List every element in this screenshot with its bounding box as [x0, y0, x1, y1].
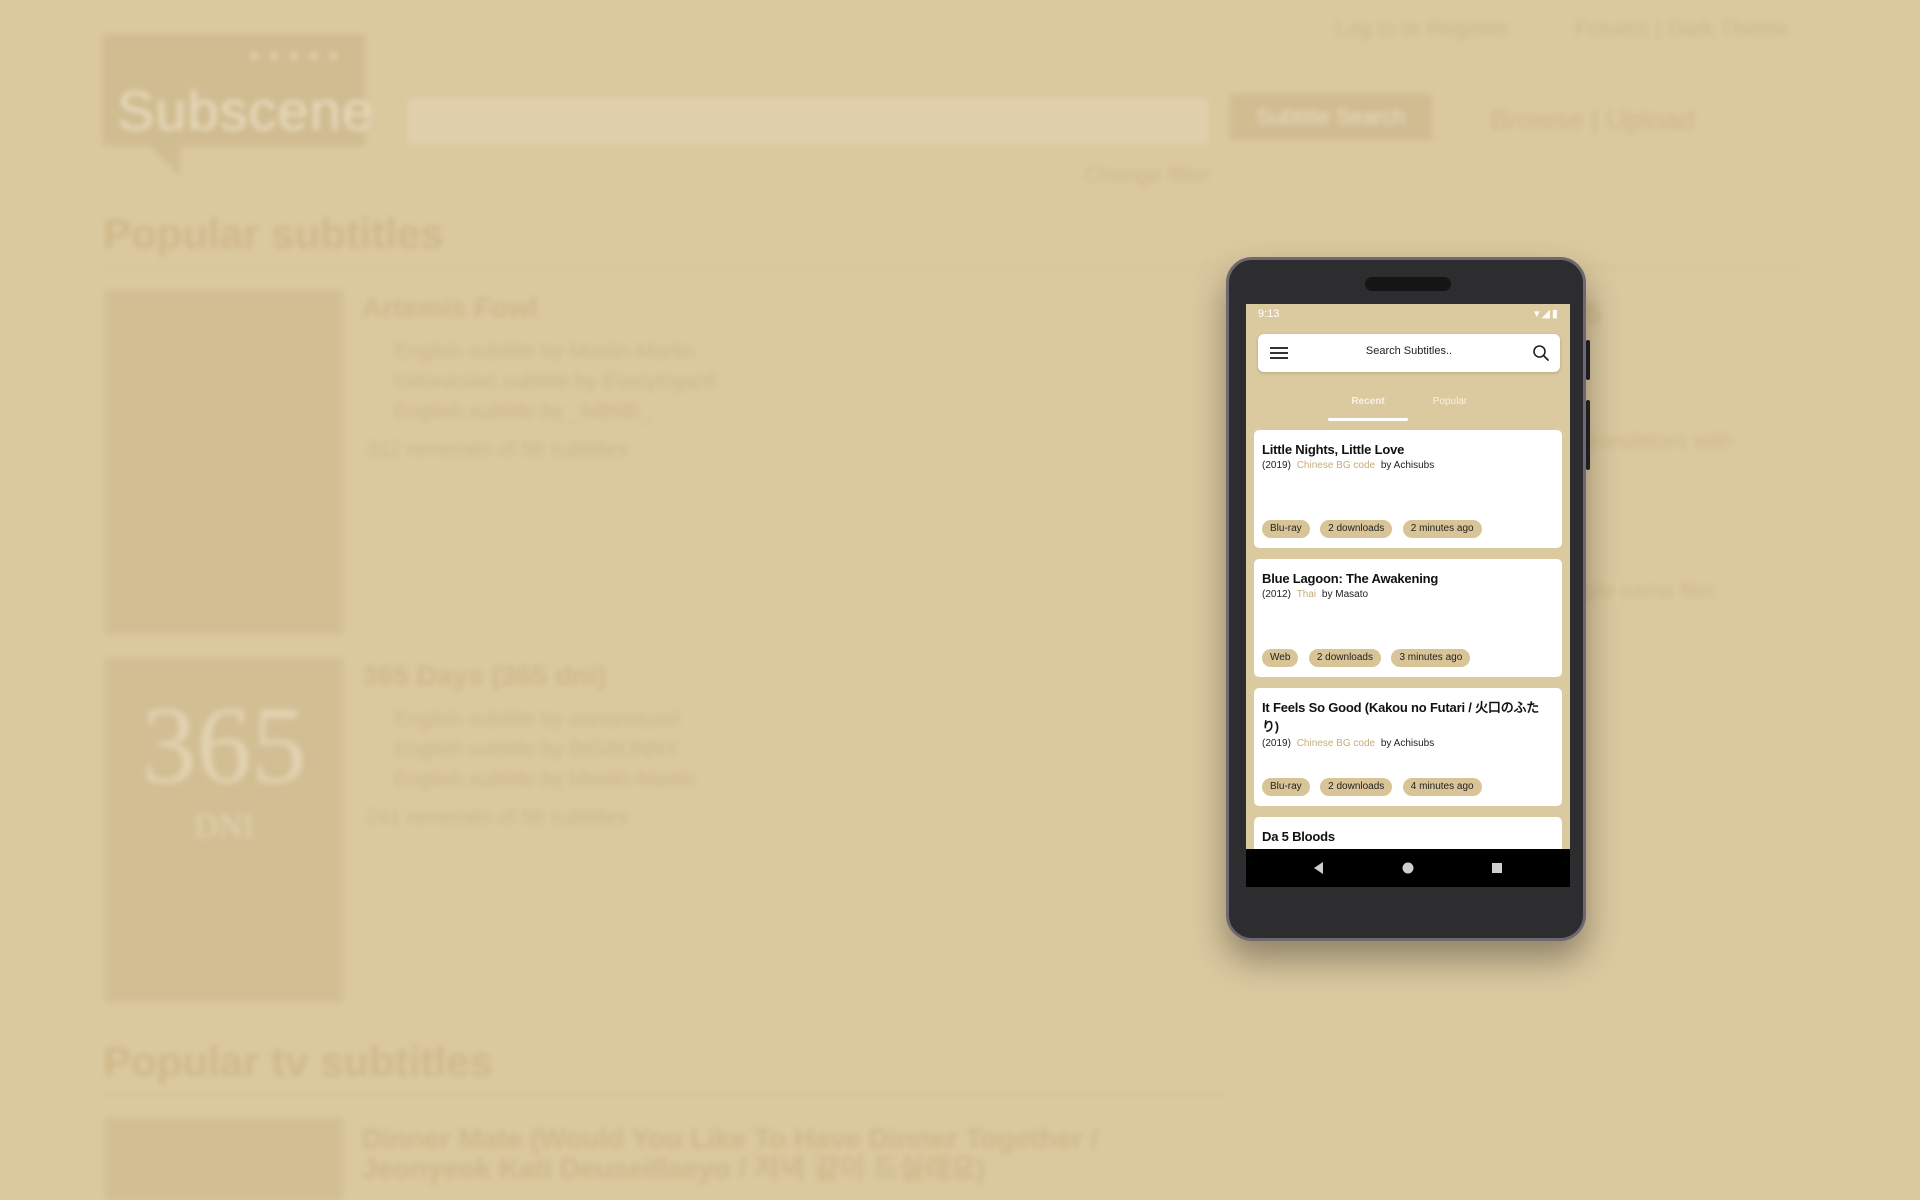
movie-line[interactable]: English subtitle by Moviin-Martin	[394, 768, 695, 792]
time-chip: 3 minutes ago	[1391, 649, 1471, 667]
divider	[103, 266, 1228, 268]
time-chip: 2 minutes ago	[1402, 520, 1482, 538]
item-meta: (2019) Chinese BG code by Achisubs	[1262, 460, 1434, 471]
logo-tail	[150, 146, 180, 176]
movie-poster[interactable]: 365 DNI	[105, 658, 343, 1002]
item-year: (2019)	[1262, 738, 1291, 749]
side-fragment: translators with	[1585, 428, 1733, 453]
logo-name: Subscene	[117, 79, 375, 142]
release-chip: Blu-ray	[1262, 520, 1310, 538]
site-search-input[interactable]	[408, 98, 1208, 144]
movie-title[interactable]: Artemis Fowl	[362, 292, 538, 324]
tab-recent[interactable]: Recent	[1328, 396, 1408, 407]
site-search-button[interactable]: Subtitle Search	[1230, 94, 1432, 140]
back-icon[interactable]	[1312, 861, 1326, 875]
item-title: It Feels So Good (Kakou no Futari / 火口のふ…	[1262, 700, 1540, 734]
home-icon[interactable]	[1401, 861, 1415, 875]
side-fragment: 5	[1585, 298, 1602, 331]
poster-text: 365	[141, 684, 307, 806]
status-bar: 9:13 ▾◢▮	[1246, 304, 1570, 326]
poster-subtext: DNI	[193, 808, 255, 845]
item-year: (2012)	[1262, 589, 1291, 600]
downloads-chip: 2 downloads	[1320, 778, 1393, 796]
power-button	[1586, 400, 1590, 470]
list-item[interactable]: It Feels So Good (Kakou no Futari / 火口のふ…	[1254, 688, 1562, 806]
movie-line[interactable]: English subtitle by _NBNB_	[394, 400, 651, 424]
popular-subtitles-heading: Popular subtitles	[103, 210, 444, 257]
item-title: Blue Lagoon: The Awakening	[1262, 571, 1439, 586]
subscene-logo: ★★★★★ Subscene	[103, 34, 373, 146]
item-chips: Blu-ray 2 downloads 2 minutes ago	[1262, 518, 1488, 538]
item-year: (2019)	[1262, 460, 1291, 471]
item-language: Chinese BG code	[1296, 460, 1376, 471]
item-title: Da 5 Bloods	[1262, 829, 1335, 844]
forums-link[interactable]: Forums | Dark Theme	[1575, 16, 1788, 41]
phone-speaker	[1365, 277, 1451, 291]
list-item[interactable]: Little Nights, Little Love (2019) Chines…	[1254, 430, 1562, 548]
popular-tv-heading: Popular tv subtitles	[103, 1038, 493, 1085]
release-chip: Blu-ray	[1262, 778, 1310, 796]
recents-icon[interactable]	[1490, 861, 1504, 875]
search-bar[interactable]: Search Subtitles..	[1258, 334, 1560, 372]
movie-line[interactable]: English subtitle by annamaurel	[394, 708, 680, 732]
item-language: Thai	[1296, 589, 1317, 600]
item-meta: (2019) Chinese BG code by Achisubs	[1262, 738, 1434, 749]
phone-mockup: 9:13 ▾◢▮ Search Subtitles.. Recent Popul…	[1226, 257, 1590, 941]
volume-button	[1586, 340, 1590, 380]
downloads-chip: 2 downloads	[1308, 649, 1381, 667]
list-item[interactable]: Blue Lagoon: The Awakening (2012) Thai b…	[1254, 559, 1562, 677]
downloads-chip: 2 downloads	[1320, 520, 1393, 538]
top-links: Log in or Register Forums | Dark Theme	[1335, 16, 1848, 42]
browse-upload-links[interactable]: Browse | Upload	[1490, 104, 1695, 136]
logo-stars: ★★★★★	[248, 48, 347, 63]
divider	[103, 1094, 1228, 1096]
item-author: by Achisubs	[1380, 460, 1435, 471]
movie-line[interactable]: Indonesian subtitle by Everyingard	[394, 370, 715, 394]
status-icons: ▾◢▮	[1533, 308, 1560, 320]
item-chips: Blu-ray 2 downloads 4 minutes ago	[1262, 776, 1488, 796]
movie-count: 241 removals of 58 subtitles	[366, 806, 628, 829]
movie-count: 312 removals of 58 subtitles	[366, 438, 628, 461]
movie-poster[interactable]	[105, 290, 343, 634]
item-language: Chinese BG code	[1296, 738, 1376, 749]
search-input[interactable]: Search Subtitles..	[1318, 345, 1500, 357]
movie-title[interactable]: Dinner Mate (Would You Like To Have Dinn…	[362, 1124, 1122, 1184]
item-title: Little Nights, Little Love	[1262, 442, 1405, 457]
side-fragment: ple same film	[1585, 578, 1715, 603]
status-time: 9:13	[1258, 308, 1280, 320]
item-author: by Achisubs	[1380, 738, 1435, 749]
tab-popular[interactable]: Popular	[1410, 396, 1490, 407]
app-screen: 9:13 ▾◢▮ Search Subtitles.. Recent Popul…	[1246, 304, 1570, 887]
movie-title[interactable]: 365 Days (365 dni)	[362, 660, 606, 692]
android-nav-bar	[1246, 849, 1570, 887]
change-filter-link[interactable]: Change filter	[1085, 162, 1210, 188]
login-link[interactable]: Log in or Register	[1335, 16, 1509, 41]
time-chip: 4 minutes ago	[1402, 778, 1482, 796]
active-tab-indicator	[1328, 418, 1408, 421]
release-chip: Web	[1262, 649, 1299, 667]
movie-line[interactable]: English subtitle by Moviin-Martin	[394, 340, 695, 364]
tab-bar: Recent Popular	[1246, 388, 1570, 422]
item-meta: (2012) Thai by Masato	[1262, 589, 1368, 600]
movie-poster[interactable]	[105, 1118, 343, 1200]
movie-line[interactable]: English subtitle by BIGBUNNY	[394, 738, 679, 762]
background-website: ★★★★★ Subscene Subtitle Search Change fi…	[0, 0, 1920, 1200]
search-icon[interactable]	[1532, 344, 1550, 362]
hamburger-menu-icon[interactable]	[1270, 347, 1288, 359]
item-chips: Web 2 downloads 3 minutes ago	[1262, 647, 1476, 667]
item-author: by Masato	[1321, 589, 1369, 600]
